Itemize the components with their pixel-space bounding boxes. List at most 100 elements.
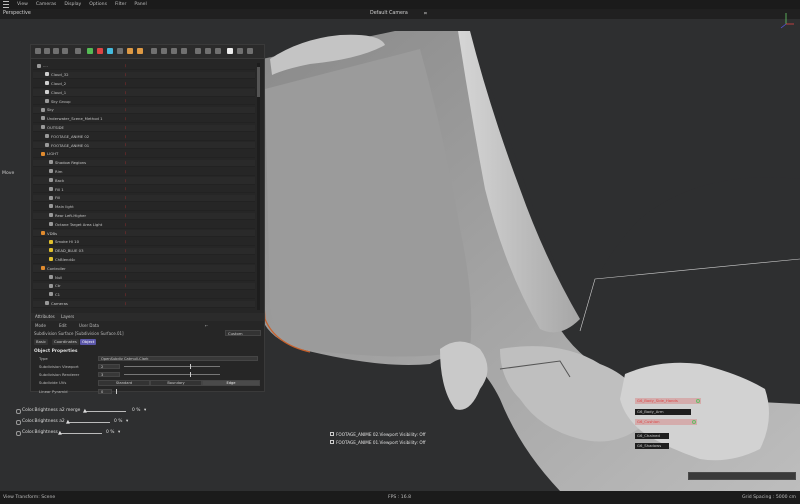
visibility-dot-icon[interactable] [692, 420, 696, 424]
subtab-basic[interactable]: Basic [34, 339, 49, 345]
menu-options[interactable]: Options [89, 2, 107, 7]
menu-edit[interactable]: Edit [59, 323, 67, 328]
slider-handle-icon[interactable]: ▲ [83, 408, 87, 414]
tree-row[interactable]: Sky ⁝ [33, 107, 255, 115]
object-label[interactable]: G6_Cushion [635, 419, 697, 425]
visibility-toggle-icon[interactable]: ⁝ [125, 81, 126, 86]
visibility-toggle-icon[interactable]: ⁝ [125, 160, 126, 165]
menu-view[interactable]: View [17, 2, 28, 7]
tool-icon-13[interactable] [161, 48, 167, 54]
tool-icon-20[interactable] [237, 48, 243, 54]
tree-row[interactable]: FOOTAGE_ANIME 02 ⁝ [33, 133, 255, 141]
visibility-toggle-icon[interactable]: ⁝ [125, 186, 126, 191]
menu-filter[interactable]: Filter [115, 2, 126, 7]
object-label[interactable]: G6_Shadows [635, 443, 669, 449]
chevron-down-icon[interactable]: ▾ [126, 419, 128, 424]
visibility-toggle-icon[interactable]: ⁝ [125, 195, 126, 200]
tree-scrollbar[interactable] [257, 63, 260, 310]
tree-row[interactable]: Rear Left-Higher ⁝ [33, 212, 255, 220]
tree-row[interactable]: Octane Target Area Light ⁝ [33, 221, 255, 229]
visibility-toggle-icon[interactable]: ⁝ [125, 178, 126, 183]
tool-icon-18[interactable] [215, 48, 221, 54]
visibility-toggle-icon[interactable]: ⁝ [125, 63, 126, 68]
uv-standard-button[interactable]: Standard [98, 380, 150, 386]
tree-row[interactable]: OUTSIDE ⁝ [33, 124, 255, 132]
subtab-coordinates[interactable]: Coordinates [52, 339, 79, 345]
visibility-toggle-icon[interactable]: ⁝ [125, 222, 126, 227]
hamburger-menu-icon[interactable] [3, 1, 9, 8]
uv-edge-button[interactable]: Edge [202, 380, 260, 386]
tree-scrollbar-thumb[interactable] [257, 67, 260, 97]
visibility-toggle-icon[interactable]: ⁝ [125, 239, 126, 244]
visibility-toggle-icon[interactable]: ⁝ [125, 266, 126, 271]
viewport-subdiv-knob[interactable] [190, 364, 191, 369]
color-control-slider[interactable] [60, 433, 102, 434]
visibility-toggle-icon[interactable]: ⁝ [125, 72, 126, 77]
render-subdiv-knob[interactable] [190, 372, 191, 377]
custom-mode-select[interactable]: Custom [225, 330, 261, 336]
menu-mode[interactable]: Mode [35, 323, 46, 328]
object-label[interactable]: G6_Body_Side_Hands [635, 398, 701, 404]
tree-row[interactable]: Shadow Regions ⁝ [33, 159, 255, 168]
visibility-toggle-icon[interactable]: ⁝ [125, 169, 126, 174]
tool-icon-14[interactable] [171, 48, 177, 54]
object-label[interactable]: G6_Body_Arm [635, 409, 691, 415]
tree-row[interactable]: Cloud_32 ⁝ [33, 71, 255, 80]
camera-icon[interactable]: ⌗ [424, 11, 427, 17]
tree-row[interactable]: Smoke Hi 10 ⁝ [33, 239, 255, 247]
visibility-toggle-icon[interactable]: ⁝ [125, 292, 126, 297]
linear-pyramid-knob[interactable] [116, 389, 117, 394]
tree-row[interactable]: Controller ⁝ [33, 265, 255, 273]
tool-icon-16[interactable] [195, 48, 201, 54]
render-subdiv-input[interactable]: 3 [98, 372, 120, 377]
tool-icon-2[interactable] [44, 48, 50, 54]
color-control-slider[interactable] [86, 411, 126, 412]
subtab-object[interactable]: Object [80, 339, 97, 345]
visibility-toggle-icon[interactable]: ⁝ [125, 257, 126, 262]
tool-icon-17[interactable] [205, 48, 211, 54]
menu-cameras[interactable]: Cameras [36, 2, 56, 7]
linear-pyramid-input[interactable]: 0 [98, 389, 112, 394]
tool-icon-3[interactable] [53, 48, 59, 54]
back-arrow-icon[interactable]: ← [205, 323, 208, 328]
menu-display[interactable]: Display [64, 2, 81, 7]
tool-icon-1[interactable] [35, 48, 41, 54]
move-tool-label[interactable]: Move [2, 171, 14, 176]
menu-panel[interactable]: Panel [134, 2, 146, 7]
orange-tool-icon[interactable] [127, 48, 133, 54]
object-label[interactable]: G6_Chained [635, 433, 669, 439]
visibility-toggle-icon[interactable]: ⁝ [125, 204, 126, 209]
viewport-subdiv-slider[interactable] [124, 366, 220, 367]
visibility-toggle-icon[interactable]: ⁝ [125, 283, 126, 288]
tree-row[interactable]: Ctr ⁝ [33, 283, 255, 291]
visibility-toggle-icon[interactable]: ⁝ [125, 134, 126, 139]
tree-row[interactable]: FOOTAGE_ANIME 01 ⁝ [33, 142, 255, 150]
tree-row[interactable]: Fill ⁝ [33, 195, 255, 203]
color-control-slider[interactable] [68, 422, 110, 423]
tab-attributes[interactable]: Attributes [35, 314, 55, 319]
tree-row[interactable]: .... ⁝ [33, 63, 255, 71]
tool-icon-12[interactable] [151, 48, 157, 54]
blue-tool-icon[interactable] [107, 48, 113, 54]
tree-row[interactable]: Cloud_2 ⁝ [33, 81, 255, 88]
chevron-down-icon[interactable]: ▾ [118, 430, 120, 435]
visibility-toggle-icon[interactable]: ⁝ [125, 230, 126, 235]
tree-row[interactable]: Main light ⁝ [33, 204, 255, 212]
visibility-dot-icon[interactable] [696, 399, 700, 403]
axis-gizmo-icon[interactable] [776, 10, 796, 30]
visibility-toggle-icon[interactable]: ⁝ [125, 98, 126, 103]
active-camera[interactable]: Default Camera [370, 11, 408, 16]
tool-icon-4[interactable] [62, 48, 68, 54]
tree-row[interactable]: LIGHT ⁝ [33, 151, 255, 159]
green-tool-icon[interactable] [87, 48, 93, 54]
visibility-toggle-icon[interactable]: ⁝ [125, 213, 126, 218]
tree-row[interactable]: Sky Group ⁝ [33, 98, 255, 106]
checkbox-icon[interactable] [16, 431, 21, 436]
tree-row[interactable]: C1 ⁝ [33, 292, 255, 300]
visibility-toggle-icon[interactable]: ⁝ [125, 116, 126, 121]
slider-handle-icon[interactable]: ▲ [66, 419, 70, 425]
type-dropdown[interactable]: OpenSubdiv Catmull-Clark [98, 356, 258, 361]
tree-row[interactable]: Rim ⁝ [33, 169, 255, 176]
uv-boundary-button[interactable]: Boundary [150, 380, 202, 386]
tool-icon-9[interactable] [117, 48, 123, 54]
